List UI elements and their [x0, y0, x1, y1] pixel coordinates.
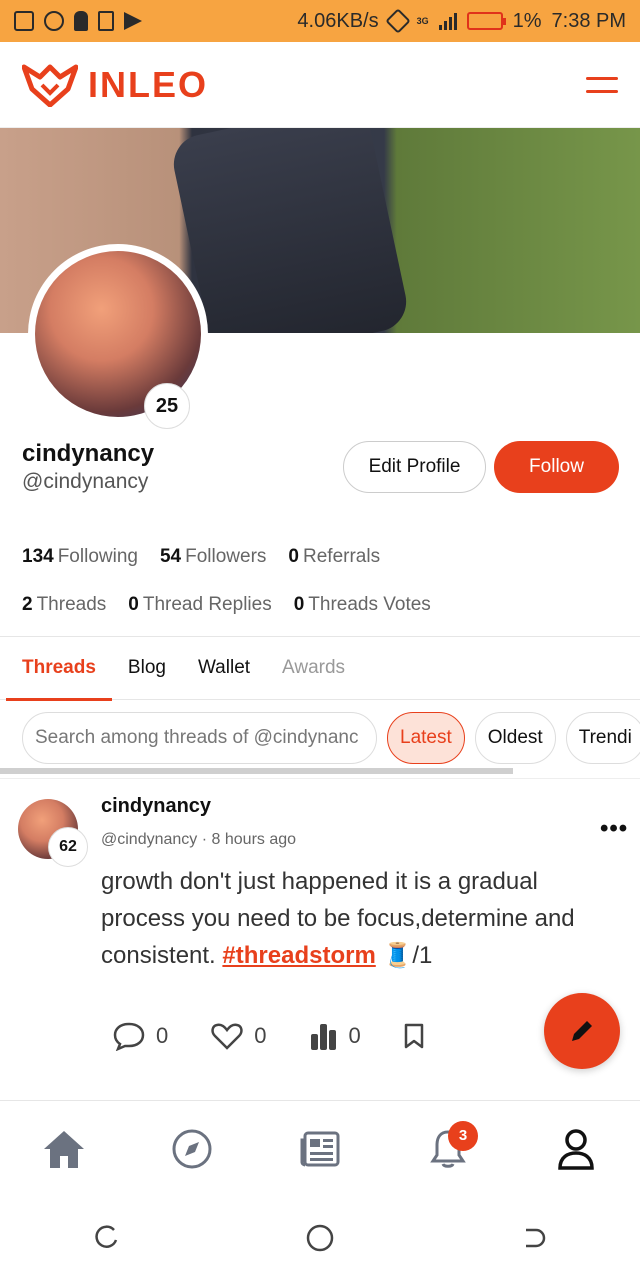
profile-tabs: Threads Blog Wallet Awards [0, 636, 640, 701]
hashtag-link[interactable]: #threadstorm [222, 942, 375, 969]
home-button-icon[interactable] [305, 1223, 335, 1253]
comment-icon [113, 1022, 145, 1051]
horizontal-scrollbar[interactable] [0, 768, 513, 774]
post-reputation-badge: 62 [48, 827, 88, 867]
nav-explore[interactable] [162, 1119, 222, 1179]
post-handle[interactable]: @cindynancy [101, 831, 197, 848]
pencil-icon [572, 1021, 592, 1041]
nav-notifications[interactable]: 3 [418, 1119, 478, 1179]
vote-count: 0 [348, 1023, 361, 1048]
status-icons-right: 4.06KB/s 3G 1% 7:38 PM [297, 8, 626, 34]
reply-button[interactable]: 0 [112, 1021, 168, 1051]
chat-icon [44, 11, 64, 31]
follow-stats: 134 Following 54 Followers 0 Referrals [22, 546, 380, 568]
battery-saver-icon [98, 11, 114, 31]
follow-button[interactable]: Follow [494, 441, 619, 493]
tab-awards[interactable]: Awards [266, 636, 361, 700]
profile-username: cindynancy [22, 440, 155, 467]
heart-icon [211, 1023, 243, 1050]
like-button[interactable]: 0 [210, 1021, 267, 1051]
lock-icon [74, 11, 88, 31]
status-icons-left [14, 11, 142, 31]
network-speed: 4.06KB/s [297, 9, 379, 32]
tab-blog[interactable]: Blog [112, 636, 182, 700]
user-icon [558, 1128, 594, 1170]
post-body: growth don't just happened it is a gradu… [101, 868, 575, 969]
system-navigation [0, 1196, 640, 1280]
followers-stat[interactable]: 54 Followers [160, 546, 266, 568]
post-username[interactable]: cindynancy [101, 795, 211, 818]
tab-threads[interactable]: Threads [6, 636, 112, 701]
thread-search-input[interactable]: Search among threads of @cindynanc [22, 712, 377, 764]
thread-filter-row: Search among threads of @cindynanc Lates… [0, 712, 640, 764]
thread-post[interactable]: 62 cindynancy @cindynancy · 8 hours ago … [0, 778, 640, 1098]
filter-trending[interactable]: Trendi [565, 712, 640, 764]
thread-stats: 2 Threads 0 Thread Replies 0 Threads Votes [22, 594, 431, 616]
app-header: INLEO [0, 42, 640, 128]
notification-count-badge: 3 [448, 1120, 478, 1151]
following-stat[interactable]: 134 Following [22, 546, 138, 568]
bottom-navigation: 3 [0, 1100, 640, 1196]
battery-level: 1% [512, 9, 542, 32]
home-icon [44, 1130, 84, 1168]
notification-icon [14, 11, 34, 31]
meta-separator: · [201, 831, 212, 848]
lion-logo-icon [22, 64, 78, 107]
battery-icon [466, 12, 506, 30]
banner-image [168, 128, 412, 333]
brand-name: INLEO [88, 63, 209, 105]
referrals-stat[interactable]: 0 Referrals [288, 546, 380, 568]
more-options-icon[interactable]: ••• [600, 815, 628, 843]
back-icon[interactable] [520, 1224, 548, 1252]
reputation-badge: 25 [144, 383, 190, 429]
nav-profile[interactable] [546, 1119, 606, 1179]
bookmark-icon [404, 1023, 423, 1049]
threads-stat: 2 Threads [22, 594, 107, 615]
newspaper-icon [300, 1131, 340, 1166]
compose-button[interactable] [544, 993, 620, 1069]
compass-icon [172, 1129, 212, 1168]
nav-home[interactable] [34, 1119, 94, 1179]
post-meta: @cindynancy · 8 hours ago [101, 831, 296, 849]
recent-apps-icon[interactable] [92, 1224, 120, 1252]
profile-handle: @cindynancy [22, 470, 149, 493]
like-count: 0 [254, 1023, 267, 1048]
post-time: 8 hours ago [211, 831, 297, 848]
vote-button[interactable]: 0 [309, 1022, 361, 1050]
threads-votes-stat: 0 Threads Votes [293, 594, 431, 615]
bookmark-button[interactable] [403, 1022, 425, 1050]
edit-profile-button[interactable]: Edit Profile [343, 441, 486, 493]
clock: 7:38 PM [551, 9, 626, 32]
filter-oldest[interactable]: Oldest [474, 712, 556, 764]
status-bar: 4.06KB/s 3G 1% 7:38 PM [0, 0, 640, 42]
rotate-icon [384, 8, 411, 34]
reply-count: 0 [156, 1023, 169, 1048]
hamburger-icon[interactable] [586, 76, 618, 93]
network-type: 3G [416, 16, 429, 26]
filter-latest[interactable]: Latest [387, 712, 465, 764]
signal-icon [438, 12, 457, 30]
telegram-icon [124, 12, 142, 30]
inleo-logo[interactable]: INLEO [22, 63, 208, 107]
nav-news[interactable] [290, 1119, 350, 1179]
thread-replies-stat: 0 Thread Replies [128, 594, 272, 615]
tab-wallet[interactable]: Wallet [182, 636, 266, 700]
post-actions: 0 0 0 [112, 1021, 457, 1051]
bar-chart-icon [310, 1024, 336, 1050]
